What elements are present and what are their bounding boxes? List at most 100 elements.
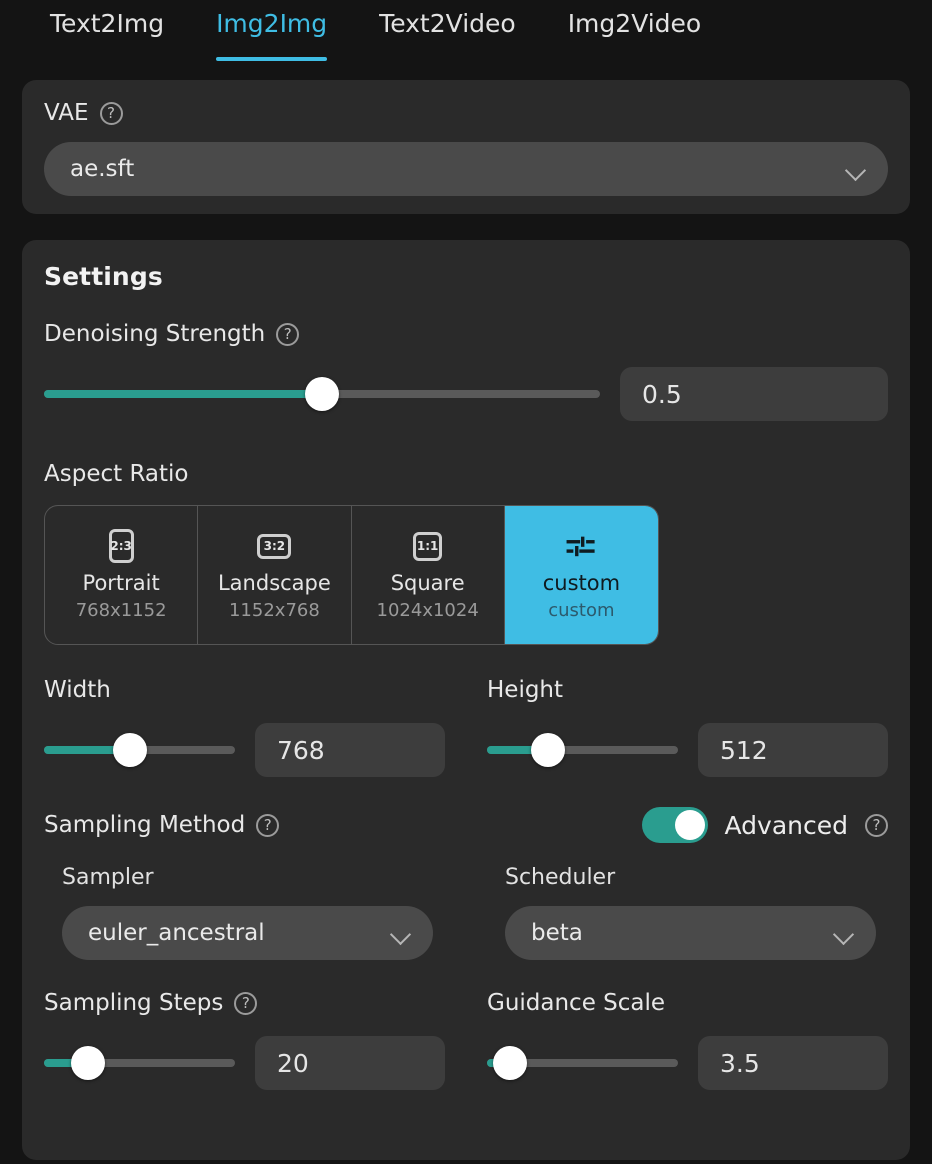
sampler-select[interactable]: euler_ancestral xyxy=(62,906,433,960)
active-tab-indicator xyxy=(216,56,328,61)
sliders-icon xyxy=(564,529,598,563)
aspect-ratio-square[interactable]: 1:1 Square 1024x1024 xyxy=(352,506,505,644)
slider-thumb[interactable] xyxy=(70,1046,105,1080)
aspect-ratio-name: Portrait xyxy=(82,571,160,595)
vae-selected-value: ae.sft xyxy=(70,156,135,182)
height-slider[interactable] xyxy=(487,733,678,767)
ratio-1-1-icon: 1:1 xyxy=(411,529,445,563)
sampling-steps-label: Sampling Steps xyxy=(44,990,224,1016)
width-slider[interactable] xyxy=(44,733,235,767)
dimension-row: Width 768 Height 512 xyxy=(44,677,888,777)
width-label: Width xyxy=(44,677,111,703)
guidance-scale-value-input[interactable]: 3.5 xyxy=(698,1036,888,1090)
guidance-scale-label: Guidance Scale xyxy=(487,990,666,1016)
advanced-toggle[interactable] xyxy=(641,807,708,843)
height-group: Height 512 xyxy=(487,677,888,777)
aspect-ratio-landscape[interactable]: 3:2 Landscape 1152x768 xyxy=(198,506,352,644)
ratio-badge: 3:2 xyxy=(257,533,292,559)
settings-title: Settings xyxy=(44,262,163,291)
aspect-ratio-dimensions: 768x1152 xyxy=(75,600,167,621)
sampling-steps-value-input[interactable]: 20 xyxy=(255,1036,445,1090)
width-value-input[interactable]: 768 xyxy=(255,723,445,777)
aspect-ratio-dimensions: 1024x1024 xyxy=(376,600,479,621)
guidance-scale-row: 3.5 xyxy=(487,1036,888,1090)
ratio-badge: 1:1 xyxy=(413,531,443,561)
sampling-steps-group: Sampling Steps ? 20 xyxy=(44,990,445,1090)
aspect-ratio-label: Aspect Ratio xyxy=(44,461,189,487)
settings-panel: Settings Denoising Strength ? 0.5 Aspect… xyxy=(22,240,910,1160)
help-circle-icon[interactable]: ? xyxy=(256,813,280,837)
aspect-ratio-name: Square xyxy=(390,571,465,595)
tab-label: Img2Video xyxy=(567,9,702,38)
sampler-label: Sampler xyxy=(62,865,154,890)
vae-select[interactable]: ae.sft xyxy=(44,142,888,196)
height-label: Height xyxy=(487,677,564,703)
advanced-label: Advanced xyxy=(724,810,849,840)
width-row: 768 xyxy=(44,723,445,777)
tab-img2video[interactable]: Img2Video xyxy=(542,0,728,38)
sampling-method-row: Sampling Method ? Advanced ? xyxy=(44,807,888,843)
aspect-ratio-name: custom xyxy=(542,571,621,595)
slider-fill xyxy=(44,390,322,398)
sampling-method-label-row: Sampling Method ? xyxy=(44,812,280,838)
slider-thumb[interactable] xyxy=(305,377,339,411)
guidance-scale-slider[interactable] xyxy=(487,1046,678,1080)
sampling-steps-slider[interactable] xyxy=(44,1046,235,1080)
scheduler-label: Scheduler xyxy=(505,865,616,890)
width-value: 768 xyxy=(277,735,325,765)
aspect-ratio-name: Landscape xyxy=(217,571,331,595)
chevron-down-icon xyxy=(846,163,866,175)
aspect-ratio-group: 2:3 Portrait 768x1152 3:2 Landscape 1152… xyxy=(44,505,659,645)
guidance-scale-value: 3.5 xyxy=(720,1048,760,1078)
aspect-ratio-portrait[interactable]: 2:3 Portrait 768x1152 xyxy=(45,506,199,644)
aspect-ratio-dimensions: 1152x768 xyxy=(228,600,320,621)
ratio-3-2-icon: 3:2 xyxy=(257,529,292,563)
sampler-scheduler-row: Sampler euler_ancestral Scheduler beta xyxy=(44,865,888,960)
height-row: 512 xyxy=(487,723,888,777)
tab-label: Text2Video xyxy=(379,9,516,38)
vae-label-row: VAE ? xyxy=(44,100,888,126)
ratio-badge: 2:3 xyxy=(108,529,134,563)
scheduler-selected-value: beta xyxy=(531,920,583,946)
tab-text2video[interactable]: Text2Video xyxy=(353,0,542,38)
tab-label: Text2Img xyxy=(50,9,165,38)
steps-guidance-row: Sampling Steps ? 20 Guidance Scale 3.5 xyxy=(44,990,888,1090)
height-value: 512 xyxy=(720,735,768,765)
tab-bar: Text2Img Img2Img Text2Video Img2Video xyxy=(0,0,932,80)
advanced-group: Advanced ? xyxy=(641,807,888,843)
sampling-method-label: Sampling Method xyxy=(44,812,246,838)
sampler-group: Sampler euler_ancestral xyxy=(44,865,445,960)
denoising-slider[interactable] xyxy=(44,377,600,411)
denoising-label: Denoising Strength xyxy=(44,321,266,347)
height-value-input[interactable]: 512 xyxy=(698,723,888,777)
sampling-steps-row: 20 xyxy=(44,1036,445,1090)
sampler-selected-value: euler_ancestral xyxy=(88,920,265,946)
sampling-steps-value: 20 xyxy=(277,1048,309,1078)
denoising-label-row: Denoising Strength ? xyxy=(44,321,888,347)
slider-thumb[interactable] xyxy=(531,733,566,767)
tab-text2img[interactable]: Text2Img xyxy=(24,0,190,38)
slider-thumb[interactable] xyxy=(492,1046,527,1080)
tab-label: Img2Img xyxy=(216,9,328,38)
help-circle-icon[interactable]: ? xyxy=(99,101,123,125)
tab-img2img[interactable]: Img2Img xyxy=(190,0,353,61)
chevron-down-icon xyxy=(391,927,411,939)
denoising-value-input[interactable]: 0.5 xyxy=(620,367,888,421)
aspect-ratio-dimensions: custom xyxy=(548,600,615,621)
scheduler-group: Scheduler beta xyxy=(487,865,888,960)
scheduler-select[interactable]: beta xyxy=(505,906,876,960)
aspect-ratio-label-row: Aspect Ratio xyxy=(44,461,888,487)
width-group: Width 768 xyxy=(44,677,445,777)
vae-label: VAE xyxy=(44,100,89,126)
help-circle-icon[interactable]: ? xyxy=(276,322,300,346)
help-circle-icon[interactable]: ? xyxy=(234,991,258,1015)
ratio-2-3-icon: 2:3 xyxy=(104,529,138,563)
denoising-row: 0.5 xyxy=(44,367,888,421)
guidance-scale-group: Guidance Scale 3.5 xyxy=(487,990,888,1090)
help-circle-icon[interactable]: ? xyxy=(865,813,888,837)
chevron-down-icon xyxy=(834,927,854,939)
denoising-value: 0.5 xyxy=(642,379,682,409)
sampling-steps-label-row: Sampling Steps ? xyxy=(44,990,445,1016)
aspect-ratio-custom[interactable]: custom custom xyxy=(504,506,658,644)
slider-thumb[interactable] xyxy=(112,733,147,767)
